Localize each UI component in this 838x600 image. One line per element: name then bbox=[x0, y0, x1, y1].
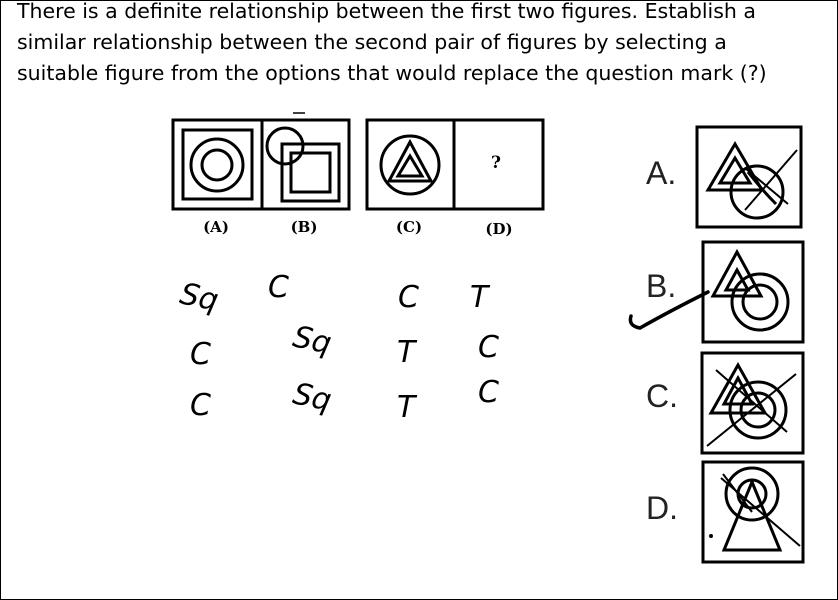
figure-b bbox=[260, 112, 351, 211]
note-col2-row1: C bbox=[268, 270, 289, 305]
figure-a bbox=[171, 118, 264, 211]
note-col3-row3: T bbox=[397, 390, 416, 425]
note-col3-row2: T bbox=[397, 335, 416, 370]
note-col2-row2: Sq bbox=[289, 319, 335, 362]
option-d-letter[interactable]: D. bbox=[646, 490, 706, 527]
figure-c bbox=[365, 118, 456, 211]
figure-label-d: (D) bbox=[485, 220, 513, 238]
option-c-letter[interactable]: C. bbox=[646, 378, 706, 415]
note-col3-row1: C bbox=[398, 280, 419, 315]
option-b-figure bbox=[701, 240, 805, 344]
option-a-figure bbox=[695, 125, 803, 229]
option-a-letter[interactable]: A. bbox=[646, 155, 706, 192]
note-col1-row3: C bbox=[190, 388, 211, 423]
note-col1-row1: Sq bbox=[176, 276, 222, 319]
note-col1-row2: C bbox=[190, 337, 211, 372]
figure-label-a: (A) bbox=[203, 218, 229, 236]
note-col4-row1: T bbox=[470, 280, 489, 315]
note-col4-row2: C bbox=[478, 330, 499, 365]
option-d-figure bbox=[701, 460, 805, 564]
note-col2-row3: Sq bbox=[289, 376, 335, 419]
note-col4-row3: C bbox=[478, 375, 499, 410]
question-mark: ? bbox=[491, 153, 501, 173]
option-c-figure bbox=[700, 351, 805, 455]
figures-drawing bbox=[171, 112, 805, 564]
figure-label-b: (B) bbox=[290, 218, 318, 236]
option-b-letter[interactable]: B. bbox=[646, 268, 706, 305]
figure-label-c: (C) bbox=[395, 218, 423, 236]
